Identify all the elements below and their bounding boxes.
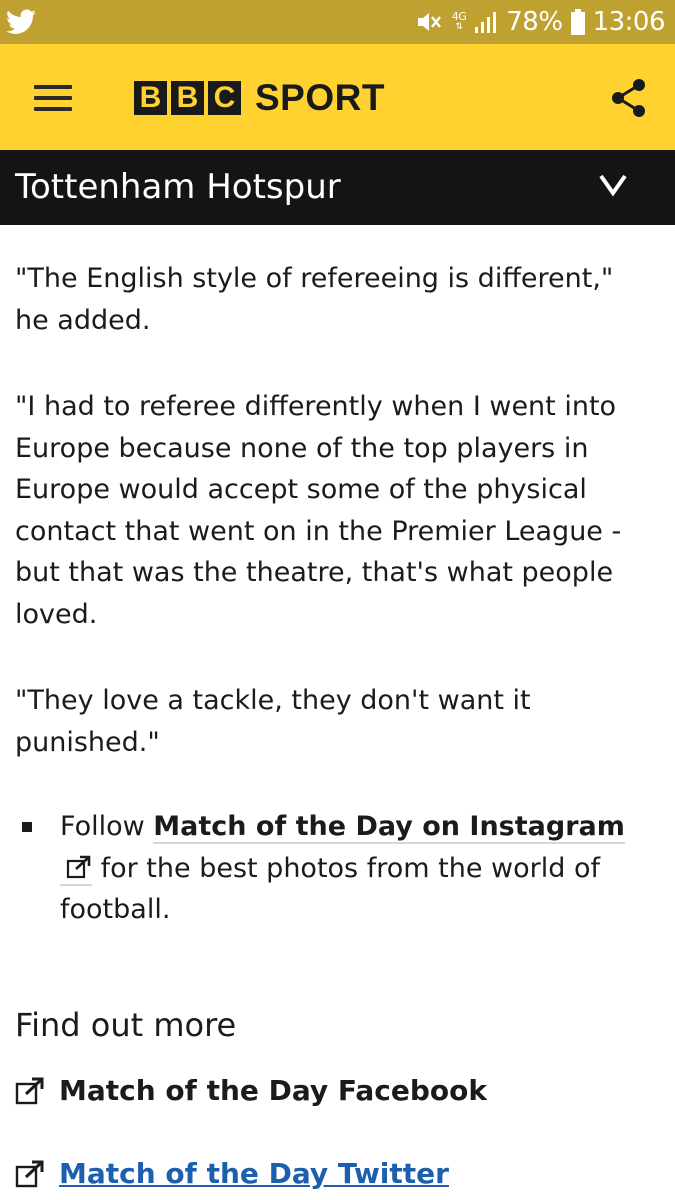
twitter-icon — [6, 9, 36, 34]
share-icon[interactable] — [610, 78, 648, 118]
logo-letter: B — [171, 81, 204, 115]
signal-icon — [474, 10, 498, 34]
menu-icon[interactable] — [34, 85, 72, 111]
article-body: "The English style of refereeing is diff… — [15, 258, 655, 931]
battery-percent: 78% — [506, 7, 563, 37]
logo-word: SPORT — [255, 77, 385, 118]
section-title: Tottenham Hotspur — [15, 167, 341, 207]
facebook-link[interactable]: Match of the Day Facebook — [15, 1074, 487, 1107]
bbc-sport-logo[interactable]: B B C SPORT — [134, 77, 385, 118]
external-link-icon — [15, 1160, 44, 1187]
battery-icon — [570, 9, 585, 35]
article-paragraph: "The English style of refereeing is diff… — [15, 263, 614, 336]
article-paragraph: "I had to referee differently when I wen… — [15, 391, 622, 630]
bullet-prefix: Follow — [60, 811, 154, 842]
instagram-link-label: Match of the Day on Instagram — [153, 811, 625, 842]
network-type: 4G ⇅ — [451, 10, 467, 32]
find-out-more-heading: Find out more — [15, 1006, 237, 1044]
external-link-icon — [15, 1077, 44, 1104]
clock: 13:06 — [592, 7, 666, 37]
chevron-down-icon[interactable] — [598, 172, 628, 198]
mute-icon — [416, 9, 444, 35]
twitter-link-label: Match of the Day Twitter — [59, 1157, 449, 1190]
bullet-suffix: for the best photos from the world of fo… — [60, 852, 600, 926]
facebook-link-label: Match of the Day Facebook — [59, 1074, 488, 1107]
logo-letter: B — [134, 81, 167, 115]
app-header: B B C SPORT — [0, 44, 675, 150]
external-link-icon — [66, 855, 91, 878]
twitter-link[interactable]: Match of the Day Twitter — [15, 1157, 449, 1190]
status-bar: 4G ⇅ 78% 13:06 — [0, 0, 675, 44]
article-paragraph: "They love a tackle, they don't want it … — [15, 685, 531, 758]
section-bar[interactable]: Tottenham Hotspur — [0, 150, 675, 225]
logo-letter: C — [208, 81, 241, 115]
bullet-marker — [22, 822, 32, 832]
list-item: Follow Match of the Day on Instagram for… — [15, 806, 655, 931]
